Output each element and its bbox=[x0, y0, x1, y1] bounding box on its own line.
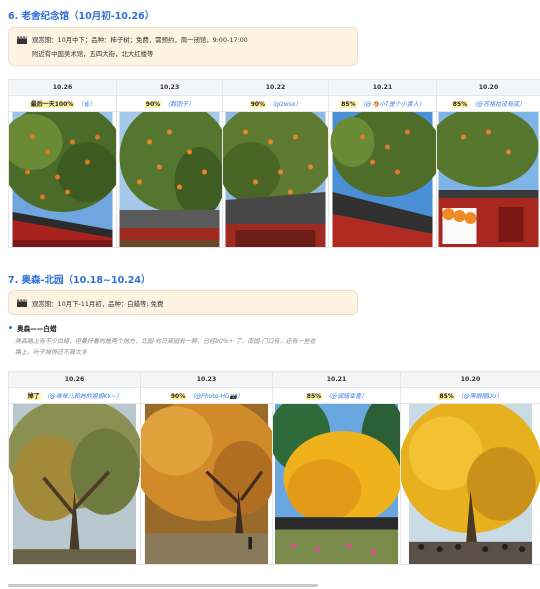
column-date: 10.26 bbox=[8, 79, 117, 96]
ash-tree-photo[interactable] bbox=[273, 404, 400, 564]
column-date: 10.20 bbox=[400, 371, 540, 388]
table-row: 最后一天100% （雀） 90% （鹅团子） 90% （qizwsx） 85% （@🐴小… bbox=[8, 95, 540, 112]
callout-text: 附近有中国美术馆，五四大街，北大红楼等 bbox=[32, 50, 154, 58]
credit-note: （@咪咪儿和她的姐姐Kk~） bbox=[43, 393, 123, 400]
column-date: 10.21 bbox=[272, 371, 401, 388]
horizontal-scrollbar[interactable] bbox=[8, 584, 318, 587]
credit-note: （@黑眼圈UU） bbox=[457, 393, 503, 400]
section-7-callout: 观赏期：10月下-11月初，品种：白蜡等; 免费 bbox=[8, 290, 358, 315]
ash-tree-photo[interactable] bbox=[401, 404, 540, 564]
persimmon-photo[interactable] bbox=[223, 112, 328, 247]
clapperboard-icon bbox=[17, 36, 27, 44]
bullet-dot bbox=[9, 326, 12, 329]
persimmon-photo[interactable] bbox=[117, 112, 222, 247]
section-6-heading: 6. 老舍纪念馆（10月初-10.26） bbox=[8, 11, 155, 22]
ash-tree-photo[interactable] bbox=[9, 404, 140, 564]
progress-label: 掉了 bbox=[26, 393, 41, 400]
clapperboard-icon bbox=[17, 299, 27, 307]
credit-note: （@Photo-HG📷） bbox=[189, 393, 244, 400]
paragraph-line: 奥森路上有不少白蜡，但最好看的是两个地方，北园-向日葵园有一颗，已经80%+ 了… bbox=[15, 338, 316, 345]
credit-note: （雀） bbox=[77, 101, 96, 108]
progress-label: 90% bbox=[249, 101, 267, 108]
progress-label: 最后一天100% bbox=[29, 101, 75, 108]
section-6-table: 10.26 10.23 10.22 10.21 10.20 最后一天100% （雀… bbox=[8, 79, 540, 248]
column-date: 10.23 bbox=[140, 371, 273, 388]
persimmon-photo[interactable] bbox=[329, 112, 436, 247]
progress-label: 85% bbox=[340, 101, 357, 108]
progress-label: 90% bbox=[169, 393, 187, 400]
table-row: 掉了 （@咪咪儿和她的姐姐Kk~） 90% （@Photo-HG📷） 85% （@调随… bbox=[8, 387, 540, 404]
credit-note: （@调随幸喜） bbox=[325, 393, 368, 400]
section-7-table: 10.26 10.23 10.21 10.20 掉了 （@咪咪儿和她的姐姐Kk~）… bbox=[8, 371, 540, 565]
callout-text: 观赏期：10月下-11月初，品种：白蜡等; 免费 bbox=[32, 300, 164, 308]
credit-note: （@苏格拉没有底） bbox=[471, 101, 526, 108]
persimmon-photo[interactable] bbox=[9, 112, 116, 247]
table-row bbox=[8, 111, 540, 248]
paragraph-line: 路上，叶子掉得还不算太多 bbox=[15, 349, 88, 356]
progress-label: 90% bbox=[144, 101, 162, 108]
credit-note: （@🐴小T是个小黄人） bbox=[359, 101, 425, 108]
persimmon-photo[interactable] bbox=[437, 112, 540, 247]
progress-label: 85% bbox=[305, 393, 323, 400]
ash-tree-photo[interactable] bbox=[141, 404, 272, 564]
progress-label: 85% bbox=[438, 393, 455, 400]
callout-text: 观赏期：10月中下；品种：柿子树；免费，需预约，周一闭馆，9:00-17:00 bbox=[32, 36, 248, 44]
table-header-row: 10.26 10.23 10.22 10.21 10.20 bbox=[8, 79, 540, 96]
column-date: 10.23 bbox=[116, 79, 223, 96]
column-date: 10.22 bbox=[222, 79, 329, 96]
column-date: 10.21 bbox=[328, 79, 437, 96]
column-date: 10.26 bbox=[8, 371, 141, 388]
section-7-heading: 7. 奥森-北园（10.18~10.24） bbox=[8, 275, 151, 286]
progress-label: 85% bbox=[451, 101, 469, 108]
bullet-title: 奥森——白蜡 bbox=[17, 325, 57, 333]
section-6-callout: 观赏期：10月中下；品种：柿子树；免费，需预约，周一闭馆，9:00-17:00 … bbox=[8, 27, 358, 66]
table-row bbox=[8, 403, 540, 565]
column-date: 10.20 bbox=[436, 79, 540, 96]
table-header-row: 10.26 10.23 10.21 10.20 bbox=[8, 371, 540, 388]
credit-note: （qizwsx） bbox=[269, 101, 302, 108]
credit-note: （鹅团子） bbox=[164, 101, 195, 108]
